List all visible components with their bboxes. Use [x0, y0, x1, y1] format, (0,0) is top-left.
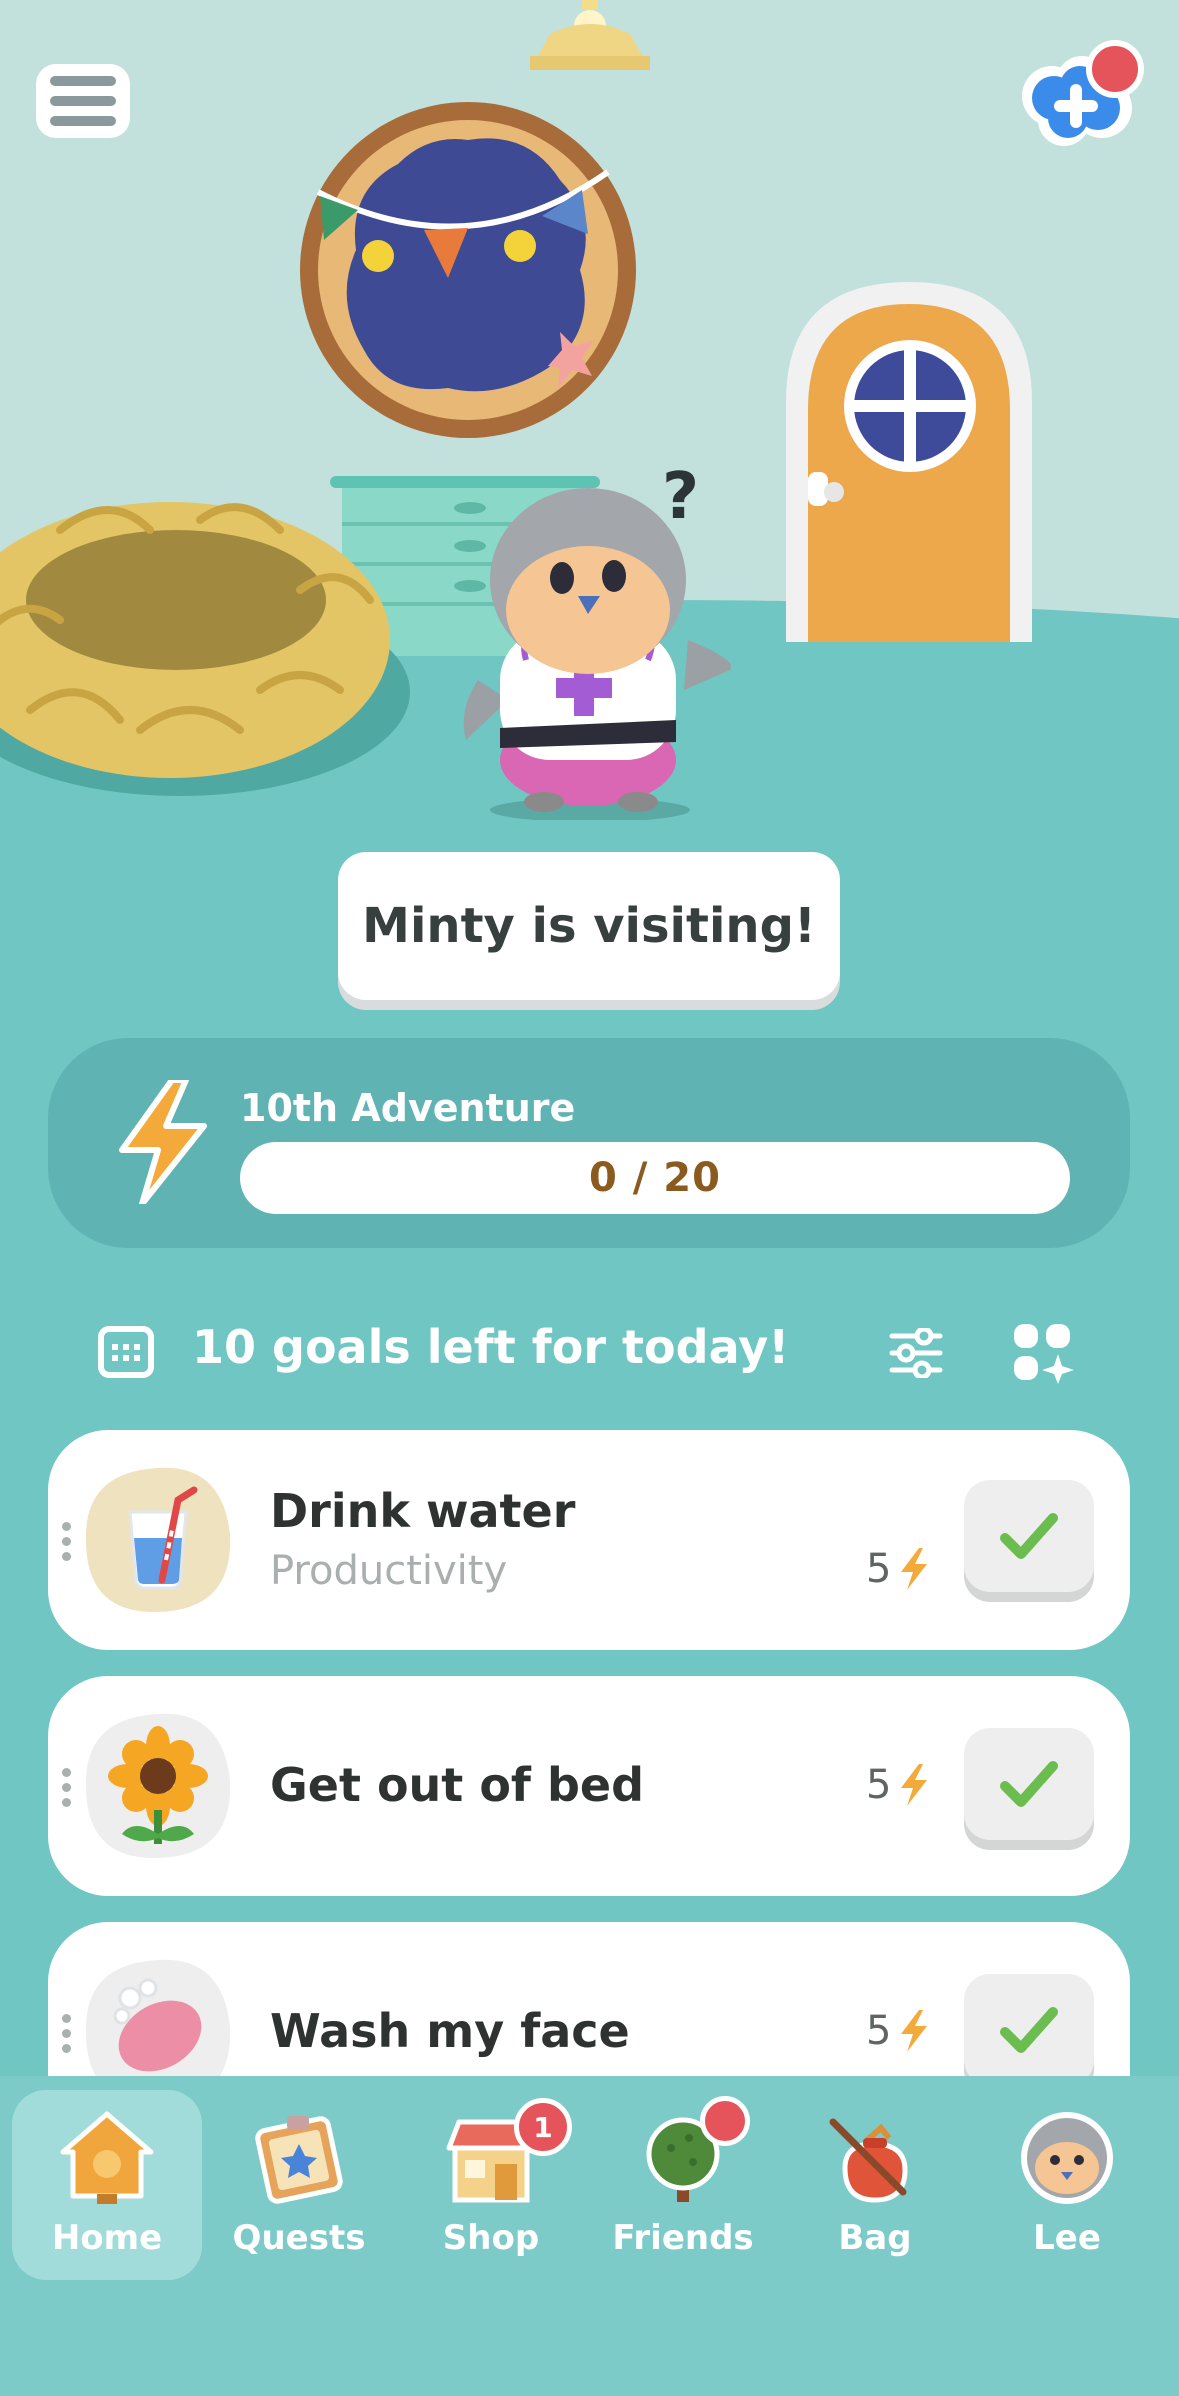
house-icon	[60, 2111, 154, 2204]
checkmark-icon	[1000, 2007, 1058, 2053]
complete-goal-button[interactable]	[964, 1728, 1094, 1840]
energy-bolt-icon	[901, 2010, 928, 2052]
tab-label: Lee	[1033, 2218, 1101, 2258]
goal-title: Get out of bed	[270, 1758, 644, 1812]
quest-board-icon	[255, 2116, 343, 2204]
menu-icon-bar	[50, 116, 116, 126]
tab-quests[interactable]: Quests	[204, 2090, 394, 2280]
menu-button[interactable]	[36, 64, 130, 138]
wreath-window	[300, 102, 636, 438]
checkmark-icon	[1000, 1761, 1058, 1807]
drag-handle-icon[interactable]	[62, 1768, 74, 1807]
goal-card-get-out-of-bed[interactable]: Get out of bed 5	[48, 1676, 1130, 1896]
goal-points-value: 5	[866, 1762, 892, 1808]
tab-label: Home	[51, 2218, 163, 2258]
energy-bolt-icon	[119, 1080, 207, 1204]
drag-handle-icon[interactable]	[62, 1522, 74, 1561]
tab-label: Shop	[442, 2218, 540, 2258]
adventure-label: 10th Adventure	[240, 1086, 576, 1130]
goals-left-text: 10 goals left for today!	[192, 1320, 790, 1374]
menu-icon-bar	[50, 96, 116, 106]
goal-category: Productivity	[270, 1548, 508, 1594]
sunflower-icon	[85, 1713, 231, 1859]
adventure-progress-bar: 0 / 20	[240, 1142, 1070, 1214]
goal-points-value: 5	[866, 1546, 892, 1592]
tab-label: Friends	[612, 2218, 754, 2258]
add-goal-grid-icon[interactable]	[1012, 1322, 1076, 1384]
complete-goal-button[interactable]	[964, 1480, 1094, 1592]
tab-label: Quests	[232, 2218, 366, 2258]
goal-card-drink-water[interactable]: Drink water Productivity 5	[48, 1430, 1130, 1650]
avatar-icon	[1021, 2112, 1113, 2204]
tab-bag[interactable]: Bag	[780, 2090, 970, 2280]
ceiling-lamp	[530, 0, 650, 70]
room-scene: ?	[0, 0, 1179, 840]
goal-points: 5	[866, 2008, 929, 2054]
notification-dot	[1086, 40, 1144, 98]
tab-label: Bag	[838, 2218, 912, 2258]
penguin-character	[463, 488, 732, 820]
tab-profile-lee[interactable]: Lee	[972, 2090, 1162, 2280]
adventure-progress-text: 0 / 20	[589, 1155, 721, 1201]
goal-points-value: 5	[866, 2008, 892, 2054]
tab-shop[interactable]: Shop 1	[396, 2090, 586, 2280]
goal-title: Wash my face	[270, 2004, 630, 2058]
energy-bolt-icon	[901, 1548, 928, 1590]
bag-icon	[829, 2118, 908, 2203]
goal-title: Drink water	[270, 1484, 576, 1538]
visiting-banner: Minty is visiting!	[338, 852, 840, 1000]
complete-goal-button[interactable]	[964, 1974, 1094, 2086]
drag-handle-icon[interactable]	[62, 2014, 74, 2053]
energy-bolt-icon	[901, 1764, 928, 1806]
checkmark-icon	[1000, 1513, 1058, 1559]
filter-sliders-icon[interactable]	[888, 1328, 944, 1378]
tab-friends[interactable]: Friends	[588, 2090, 778, 2280]
goal-points: 5	[866, 1762, 929, 1808]
shop-badge: 1	[514, 2098, 572, 2156]
arched-door	[786, 282, 1032, 642]
notification-dot	[700, 2096, 750, 2146]
question-mark: ?	[662, 460, 700, 534]
menu-icon-bar	[50, 76, 116, 86]
goal-points: 5	[866, 1546, 929, 1592]
visiting-text: Minty is visiting!	[362, 898, 816, 954]
tab-home[interactable]: Home	[12, 2090, 202, 2280]
water-glass-icon	[85, 1467, 231, 1613]
calendar-icon[interactable]	[98, 1326, 154, 1378]
straw-nest	[0, 502, 410, 796]
